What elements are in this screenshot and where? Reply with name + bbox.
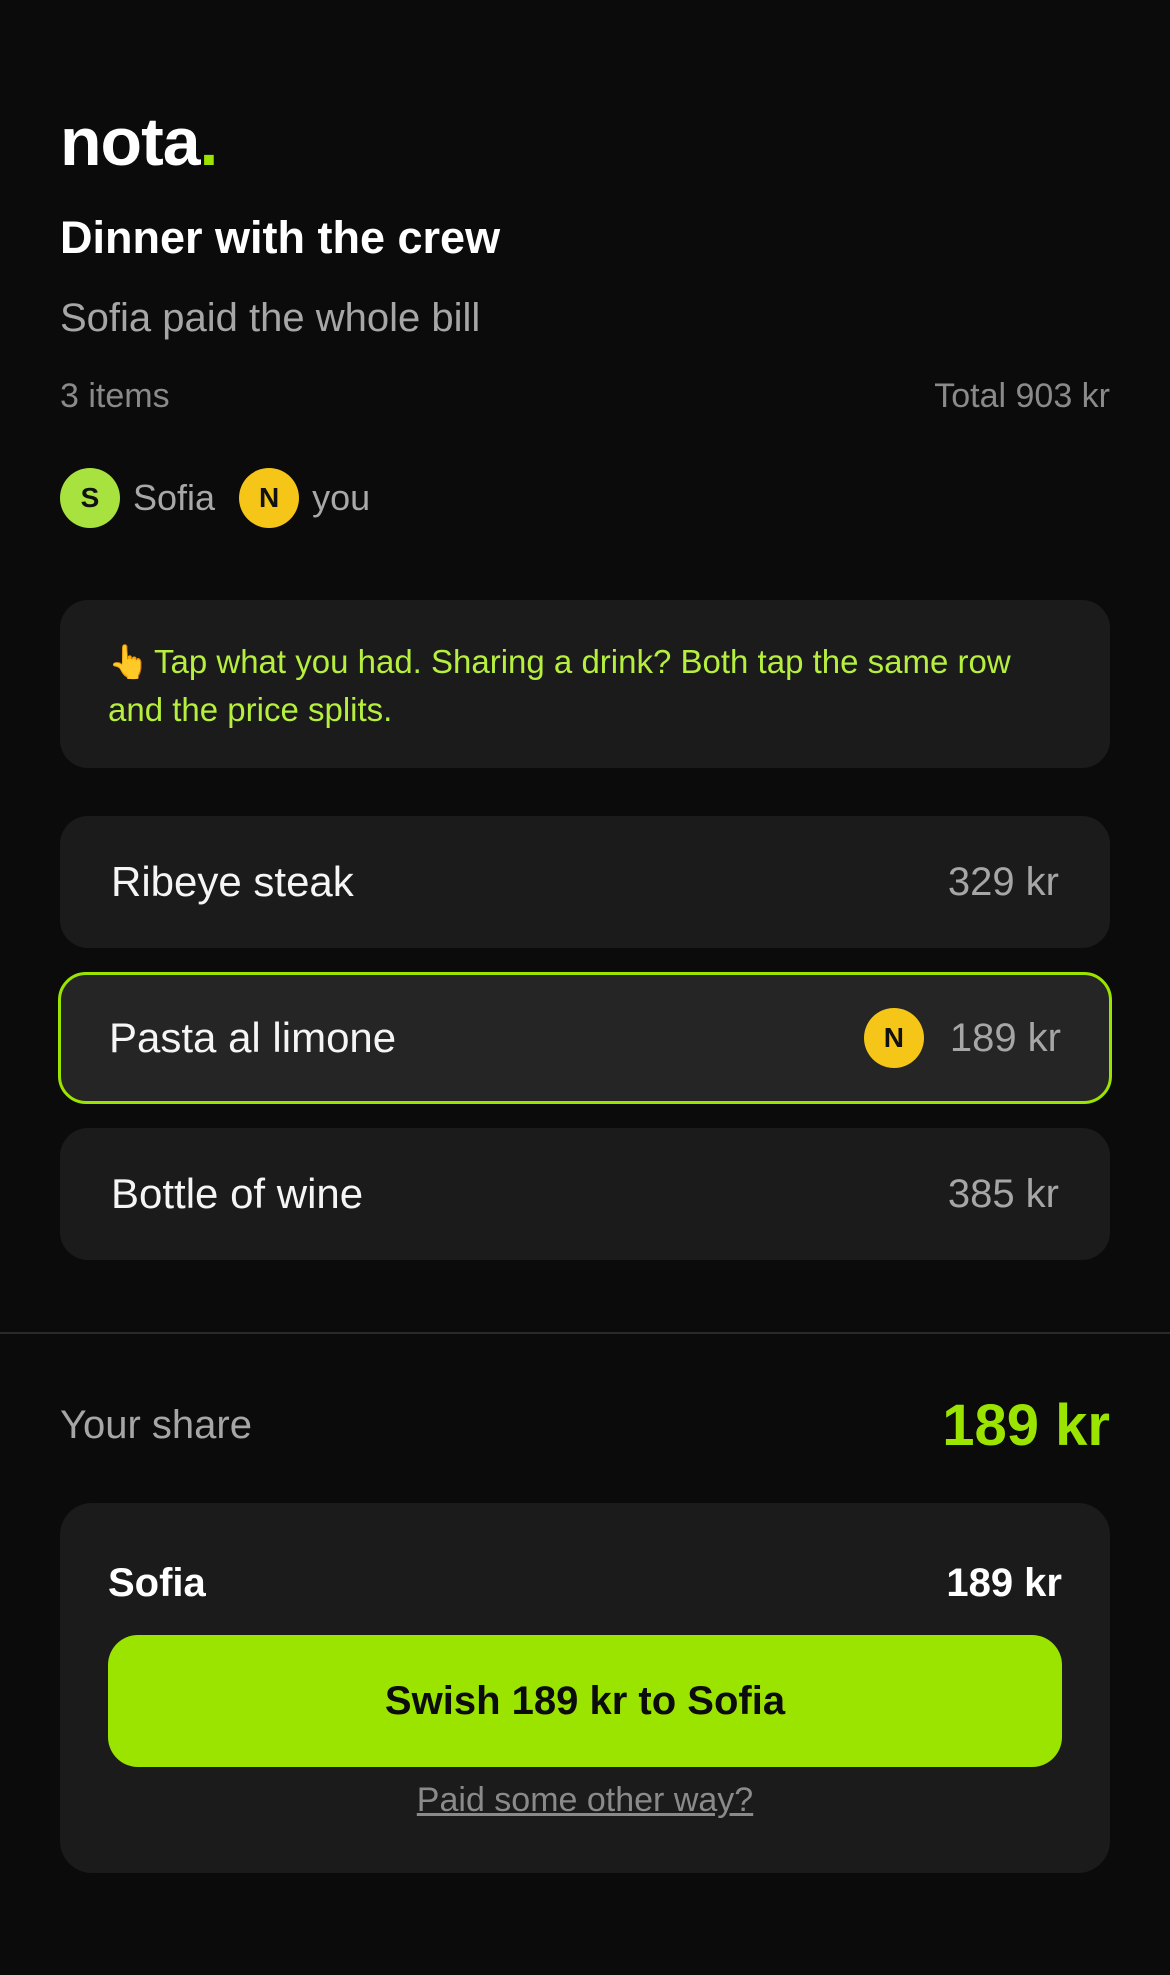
your-share-row: Your share 189 kr [60, 1392, 1110, 1458]
item-price: 329 kr [947, 859, 1059, 904]
participant-name: you [312, 477, 371, 518]
share-label: Your share [60, 1402, 252, 1447]
avatar: S [60, 468, 120, 528]
bill-meta: 3 items Total 903 kr [60, 374, 1110, 418]
bill-total: Total 903 kr [934, 376, 1110, 415]
bill-item-ribeye-steak[interactable]: Ribeye steak 329 kr [60, 816, 1110, 948]
pointing-hand-icon: 👆 [108, 643, 150, 680]
participant-sofia: S Sofia [60, 468, 215, 528]
bill-title: Dinner with the crew [60, 212, 501, 263]
participant-name: Sofia [133, 477, 216, 518]
item-price: 385 kr [947, 1171, 1059, 1216]
item-right: 329 kr [948, 860, 1059, 905]
item-right: 385 kr [948, 1172, 1059, 1217]
hint-text: Tap what you had. Sharing a drink? Both … [108, 643, 1011, 728]
item-name: Bottle of wine [111, 1170, 364, 1217]
bill-item-pasta-al-limone[interactable]: Pasta al limone N 189 kr [58, 972, 1112, 1104]
bill-subtitle: Sofia paid the whole bill [60, 296, 481, 340]
participant-you: N you [239, 468, 370, 528]
item-count: 3 items [60, 376, 170, 415]
paid-other-way-link[interactable]: Paid some other way? [60, 1781, 1110, 1820]
bill-items: Ribeye steak 329 kr Pasta al limone N 18… [58, 816, 1112, 1284]
logo-dot: . [199, 104, 219, 180]
payment-card: Sofia 189 kr Swish 189 kr to Sofia Paid … [60, 1503, 1110, 1873]
item-name: Pasta al limone [109, 1014, 397, 1061]
payment-amount: 189 kr [946, 1560, 1062, 1605]
item-name: Ribeye steak [111, 858, 354, 905]
claimer-avatar: N [863, 1008, 924, 1068]
app-logo: nota. [60, 108, 218, 176]
bill-item-bottle-of-wine[interactable]: Bottle of wine 385 kr [60, 1128, 1110, 1260]
app-screen: nota. Dinner with the crew Sofia paid th… [0, 0, 1170, 1975]
payment-header: Sofia 189 kr [108, 1555, 1062, 1611]
participants: S Sofia N you [60, 467, 394, 529]
payment-recipient: Sofia [108, 1560, 206, 1605]
item-right: N 189 kr [863, 1008, 1061, 1068]
section-divider [0, 1332, 1170, 1334]
avatar: N [239, 468, 300, 528]
logo-text: nota [60, 104, 201, 180]
swish-button[interactable]: Swish 189 kr to Sofia [108, 1635, 1062, 1767]
item-price: 189 kr [949, 1015, 1061, 1060]
share-amount: 189 kr [942, 1392, 1110, 1458]
instruction-hint: 👆 Tap what you had. Sharing a drink? Both… [60, 600, 1110, 768]
